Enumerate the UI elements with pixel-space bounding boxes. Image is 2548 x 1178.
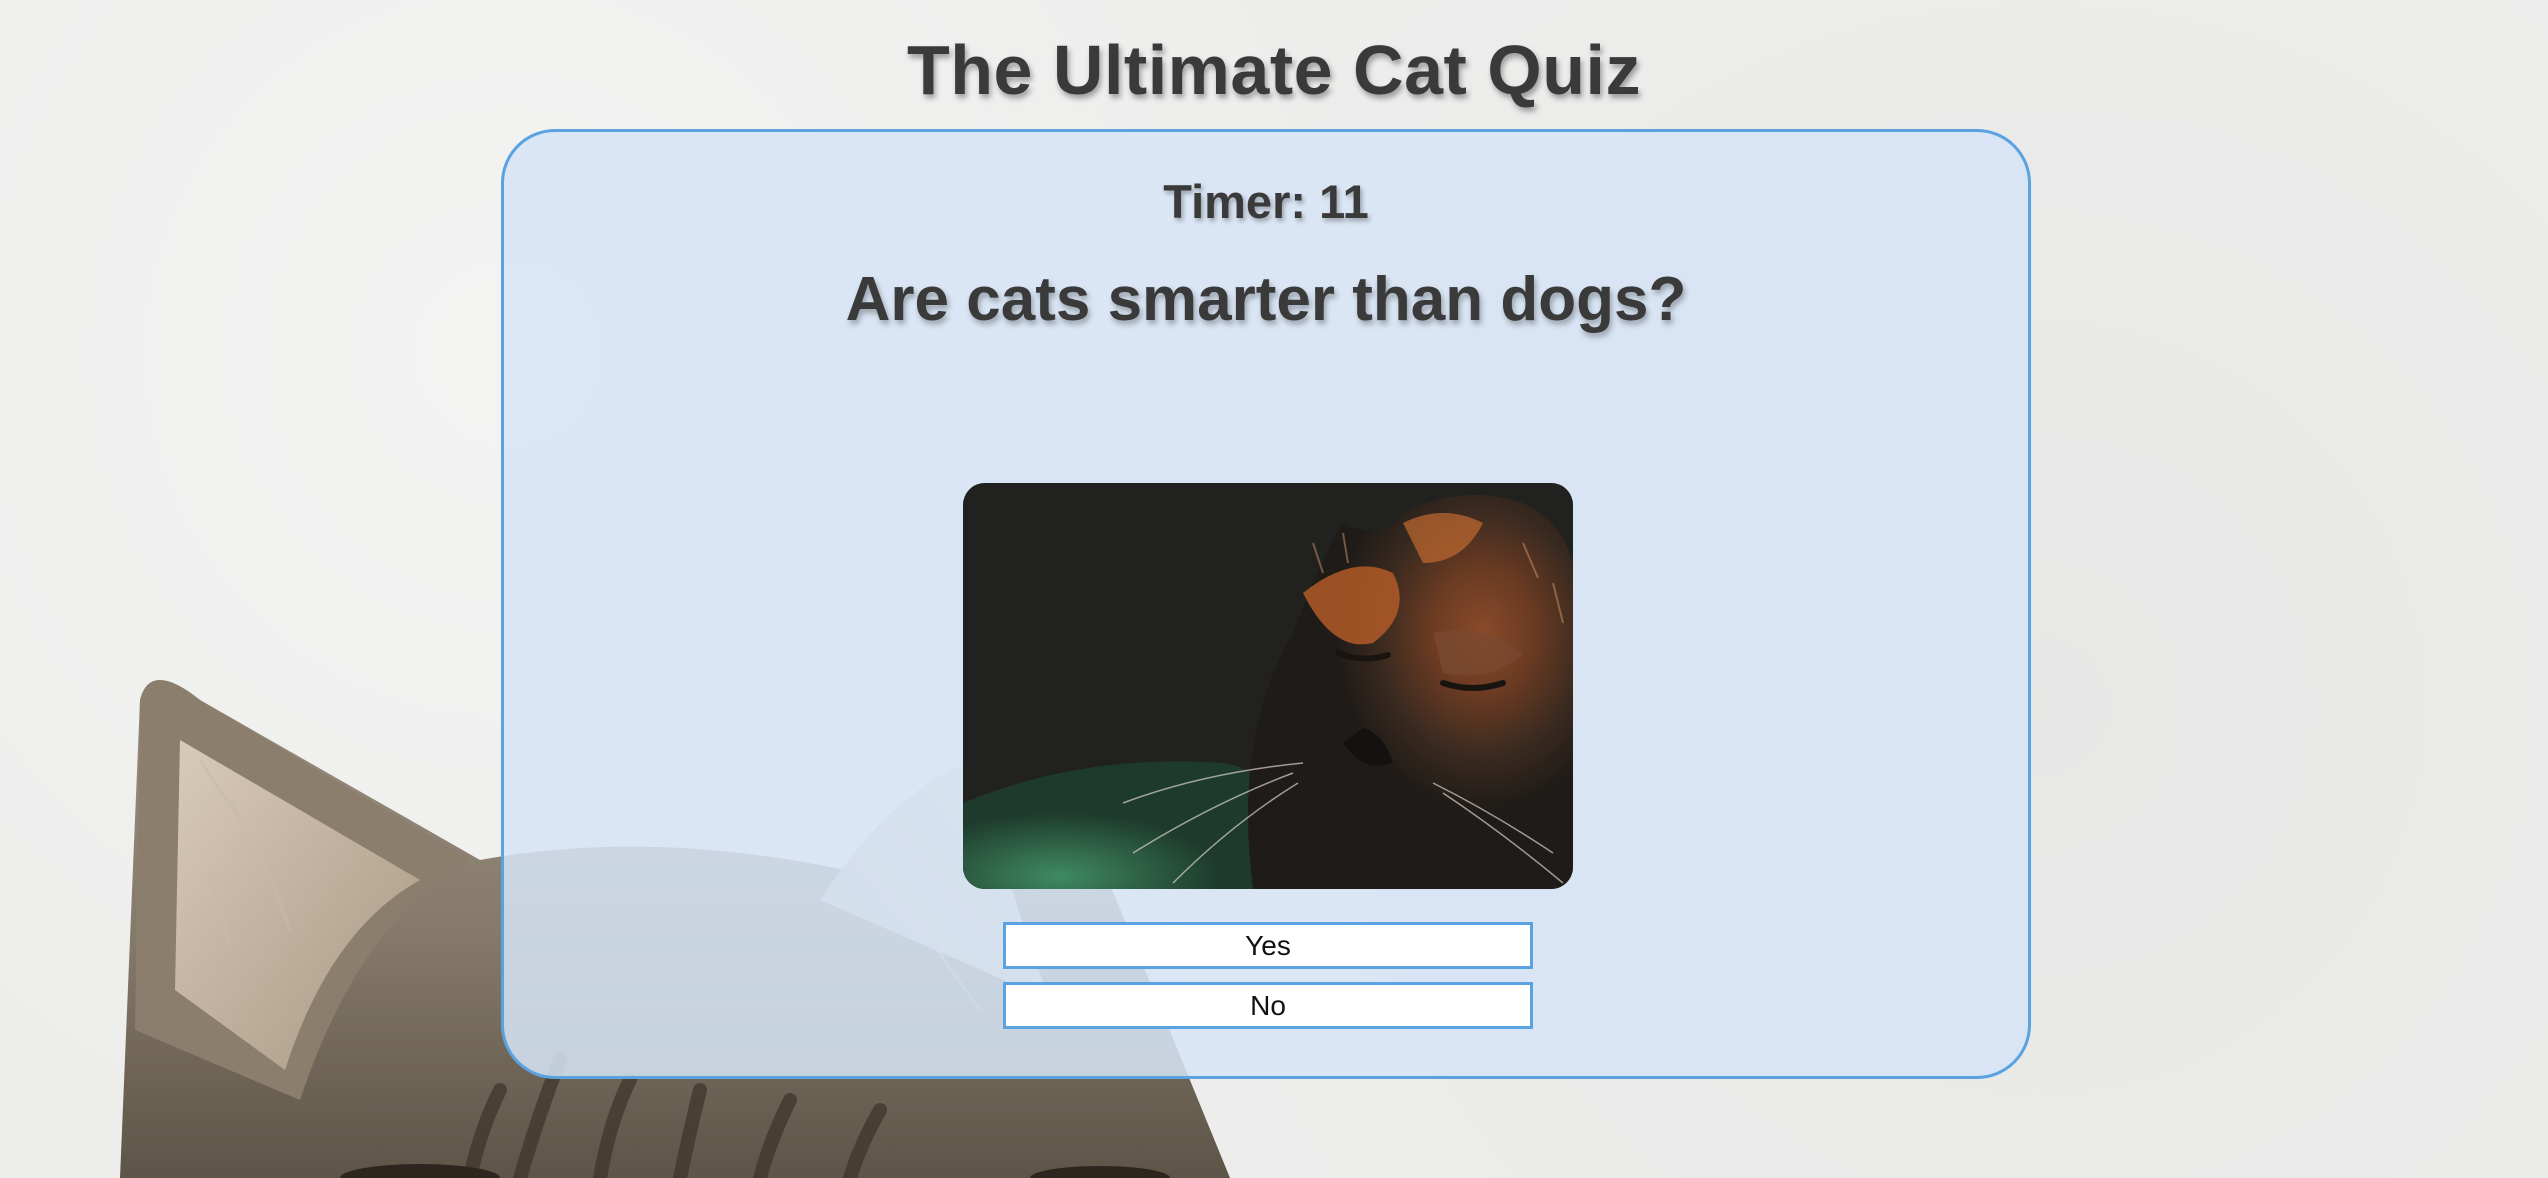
timer-label: Timer: 11 <box>1163 175 1369 228</box>
tortoiseshell-cat-photo-icon <box>963 483 1573 889</box>
answer-no-button[interactable]: No <box>1003 982 1533 1029</box>
quiz-card: Timer: 11 Are cats smarter than dogs? Ye… <box>501 129 2031 1079</box>
answer-yes-button[interactable]: Yes <box>1003 922 1533 969</box>
question-text: Are cats smarter than dogs? <box>845 265 1687 334</box>
question-image <box>963 483 1573 889</box>
page-title: The Ultimate Cat Quiz <box>907 31 1641 109</box>
